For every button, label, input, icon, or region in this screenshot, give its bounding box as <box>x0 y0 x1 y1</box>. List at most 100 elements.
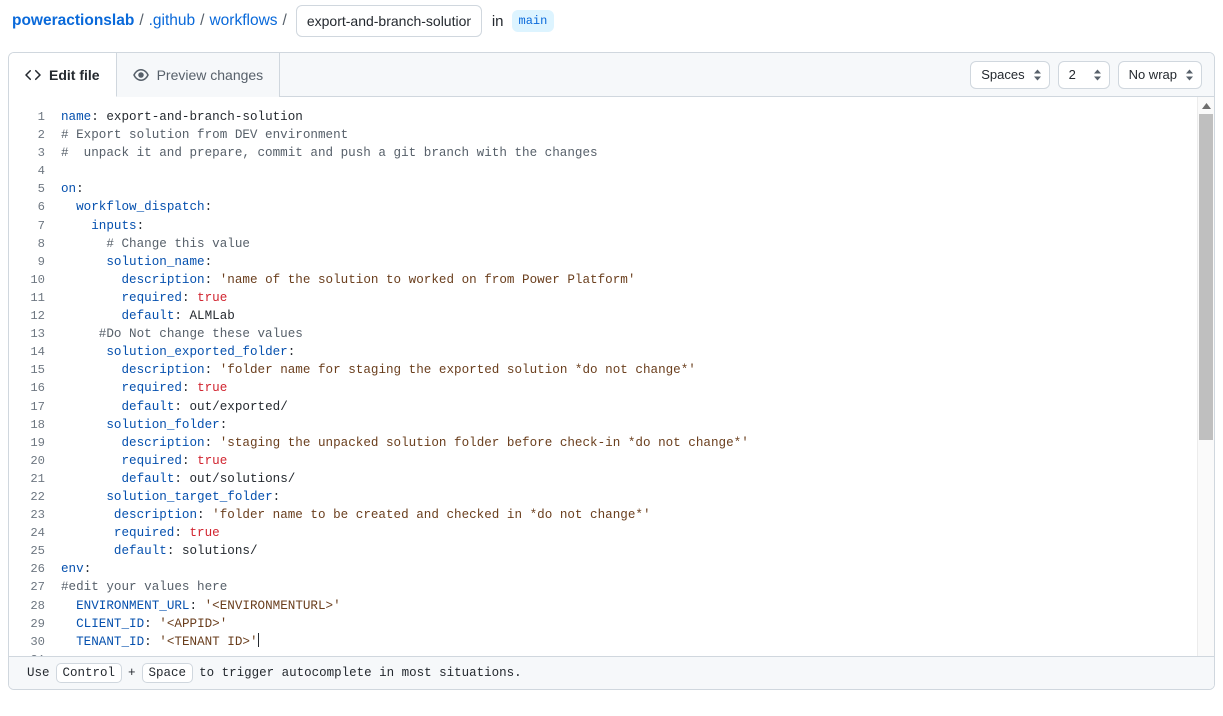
indent-mode-select[interactable]: Spaces <box>970 61 1049 89</box>
status-plus-text: + <box>128 666 136 680</box>
code-token: true <box>197 381 227 395</box>
line-content[interactable]: env: <box>61 560 91 578</box>
code-lines[interactable]: 1name: export-and-branch-solution2# Expo… <box>9 97 1197 687</box>
code-token: env <box>61 562 84 576</box>
line-content[interactable]: TENANT_ID: '<TENANT ID>' <box>61 633 259 651</box>
line-content[interactable]: #edit your values here <box>61 578 227 596</box>
code-editor-area[interactable]: 1name: export-and-branch-solution2# Expo… <box>9 97 1214 690</box>
line-content[interactable]: description: 'folder name to be created … <box>61 506 651 524</box>
code-line: 13 #Do Not change these values <box>9 325 1197 343</box>
line-content[interactable]: required: true <box>61 289 227 307</box>
code-token: description <box>121 363 204 377</box>
code-token: default <box>121 400 174 414</box>
line-number: 23 <box>9 506 61 524</box>
line-content[interactable]: solution_folder: <box>61 416 227 434</box>
line-content[interactable]: default: out/exported/ <box>61 398 288 416</box>
code-line: 21 default: out/solutions/ <box>9 470 1197 488</box>
line-content[interactable]: #Do Not change these values <box>61 325 303 343</box>
breadcrumb-folder-github-link[interactable]: .github <box>149 12 196 30</box>
line-content[interactable]: on: <box>61 180 84 198</box>
code-line: 1name: export-and-branch-solution <box>9 108 1197 126</box>
wrap-mode-value: No wrap <box>1129 67 1177 82</box>
code-token: description <box>121 273 204 287</box>
code-token <box>61 436 121 450</box>
line-number: 27 <box>9 578 61 596</box>
code-token: : <box>182 454 197 468</box>
code-token <box>61 526 114 540</box>
chevron-updown-icon <box>1185 69 1194 80</box>
indent-size-select[interactable]: 2 <box>1058 61 1110 89</box>
in-label: in <box>492 13 504 30</box>
line-content[interactable]: CLIENT_ID: '<APPID>' <box>61 615 227 633</box>
code-line: 2# Export solution from DEV environment <box>9 126 1197 144</box>
code-line: 15 description: 'folder name for staging… <box>9 361 1197 379</box>
line-number: 3 <box>9 144 61 162</box>
line-content[interactable]: description: 'folder name for staging th… <box>61 361 696 379</box>
breadcrumb-folder-workflows-link[interactable]: workflows <box>209 12 277 30</box>
editor-tabbar: Edit file Preview changes Spaces <box>9 53 1214 97</box>
line-content[interactable]: required: true <box>61 379 227 397</box>
filename-input[interactable] <box>296 5 482 37</box>
code-token: required <box>121 291 181 305</box>
line-content[interactable]: # Export solution from DEV environment <box>61 126 348 144</box>
code-token: required <box>114 526 174 540</box>
line-number: 24 <box>9 524 61 542</box>
code-token: : <box>167 544 182 558</box>
vertical-scrollbar[interactable] <box>1197 97 1214 690</box>
code-token <box>61 237 106 251</box>
tabbar-spacer <box>280 53 958 97</box>
code-token: out/exported/ <box>190 400 288 414</box>
line-content[interactable]: required: true <box>61 452 227 470</box>
code-token: default <box>121 309 174 323</box>
line-content[interactable]: # Change this value <box>61 235 250 253</box>
line-content[interactable]: solution_name: <box>61 253 212 271</box>
line-content[interactable]: inputs: <box>61 217 144 235</box>
code-token: required <box>121 454 181 468</box>
code-token: export-and-branch-solution <box>106 110 303 124</box>
breadcrumb-separator-3: / <box>283 12 287 30</box>
code-token <box>61 381 121 395</box>
indent-mode-value: Spaces <box>981 67 1024 82</box>
line-content[interactable]: # unpack it and prepare, commit and push… <box>61 144 598 162</box>
line-content[interactable]: description: 'name of the solution to wo… <box>61 271 635 289</box>
line-number: 7 <box>9 217 61 235</box>
line-content[interactable]: solution_target_folder: <box>61 488 280 506</box>
line-content[interactable]: name: export-and-branch-solution <box>61 108 303 126</box>
line-content[interactable]: default: out/solutions/ <box>61 470 295 488</box>
scrollbar-thumb[interactable] <box>1199 114 1213 440</box>
line-content[interactable]: default: ALMLab <box>61 307 235 325</box>
code-token: : <box>220 418 228 432</box>
code-line: 30 TENANT_ID: '<TENANT ID>' <box>9 633 1197 651</box>
code-line: 17 default: out/exported/ <box>9 398 1197 416</box>
code-token: true <box>197 454 227 468</box>
line-content[interactable]: description: 'staging the unpacked solut… <box>61 434 749 452</box>
line-number: 8 <box>9 235 61 253</box>
line-content[interactable]: required: true <box>61 524 220 542</box>
code-token <box>61 345 106 359</box>
line-number: 1 <box>9 108 61 126</box>
line-number: 5 <box>9 180 61 198</box>
line-number: 19 <box>9 434 61 452</box>
status-prefix-text: Use <box>27 666 50 680</box>
code-token: solution_folder <box>106 418 219 432</box>
code-token <box>61 327 99 341</box>
code-token: solution_target_folder <box>106 490 272 504</box>
line-content[interactable]: ENVIRONMENT_URL: '<ENVIRONMENTURL>' <box>61 597 341 615</box>
code-token: '<TENANT ID>' <box>159 635 257 649</box>
code-token: required <box>121 381 181 395</box>
line-content[interactable]: solution_exported_folder: <box>61 343 295 361</box>
code-token: ALMLab <box>190 309 235 323</box>
github-edit-file-page: poweractionslab / .github / workflows / … <box>0 0 1223 716</box>
code-token <box>61 255 106 269</box>
line-number: 6 <box>9 198 61 216</box>
wrap-mode-select[interactable]: No wrap <box>1118 61 1202 89</box>
code-token <box>61 200 76 214</box>
tab-preview-changes[interactable]: Preview changes <box>117 53 281 97</box>
line-content[interactable]: workflow_dispatch: <box>61 198 212 216</box>
tab-edit-file[interactable]: Edit file <box>9 53 117 97</box>
chevron-updown-icon <box>1093 69 1102 80</box>
scroll-up-arrow-icon[interactable] <box>1198 97 1214 114</box>
breadcrumb-owner-link[interactable]: poweractionslab <box>12 12 134 30</box>
scrollbar-track[interactable] <box>1198 114 1214 673</box>
line-content[interactable]: default: solutions/ <box>61 542 258 560</box>
